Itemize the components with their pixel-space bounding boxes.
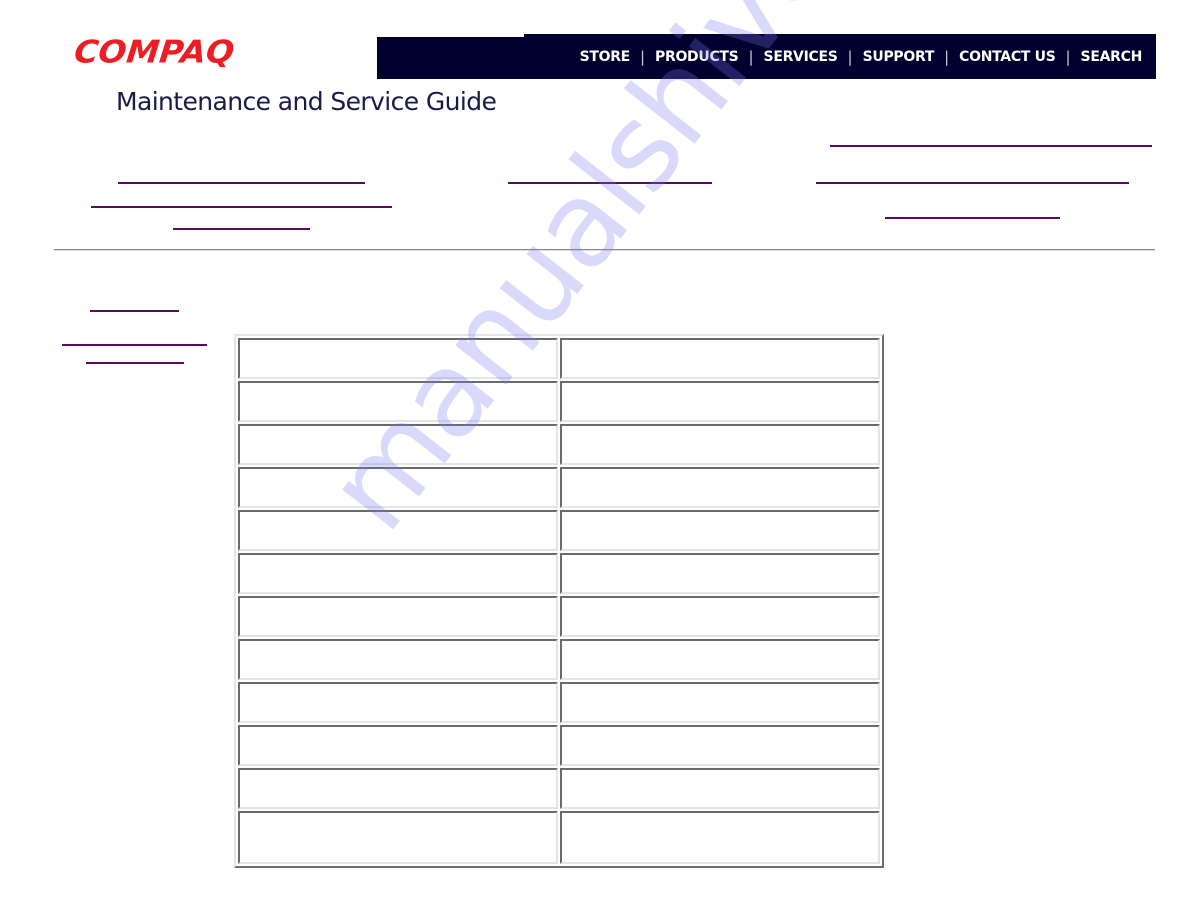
table-cell <box>238 596 558 637</box>
side-link-2[interactable] <box>62 344 207 346</box>
nav-separator: | <box>639 47 646 66</box>
table-cell <box>560 338 880 379</box>
table-cell <box>560 639 880 680</box>
nav-products[interactable]: PRODUCTS <box>655 49 739 65</box>
nav-separator: | <box>1065 47 1071 66</box>
top-link-1[interactable] <box>830 145 1152 147</box>
top-link-6[interactable] <box>173 228 310 230</box>
nav-store[interactable]: STORE <box>580 49 631 65</box>
table-cell <box>238 639 558 680</box>
table-cell <box>238 338 558 379</box>
top-link-4[interactable] <box>816 182 1129 184</box>
table-row <box>238 725 880 766</box>
table-cell <box>238 811 558 864</box>
table-row <box>238 338 880 379</box>
side-link-3[interactable] <box>86 362 184 364</box>
table-row <box>238 424 880 465</box>
nav-separator: | <box>944 47 950 66</box>
table-cell <box>560 768 880 809</box>
table-row <box>238 639 880 680</box>
data-table <box>234 334 884 868</box>
compaq-logo[interactable]: COMPAQ <box>72 33 236 70</box>
top-navigation: STORE | PRODUCTS | SERVICES | SUPPORT | … <box>524 34 1156 79</box>
table-cell <box>560 596 880 637</box>
table-row <box>238 553 880 594</box>
horizontal-divider <box>54 249 1155 251</box>
table-cell <box>560 424 880 465</box>
side-link-1[interactable] <box>90 310 179 312</box>
top-link-2[interactable] <box>118 182 365 184</box>
page-title: Maintenance and Service Guide <box>116 87 497 116</box>
table-row <box>238 510 880 551</box>
top-link-5[interactable] <box>91 206 392 208</box>
nav-separator: | <box>847 47 853 66</box>
nav-services[interactable]: SERVICES <box>764 49 838 65</box>
table-cell <box>560 467 880 508</box>
table-cell <box>560 510 880 551</box>
table-row <box>238 811 880 864</box>
nav-search[interactable]: SEARCH <box>1081 49 1143 65</box>
table-cell <box>238 682 558 723</box>
table-row <box>238 596 880 637</box>
table-cell <box>238 768 558 809</box>
table-cell <box>238 467 558 508</box>
table-cell <box>560 682 880 723</box>
table-cell <box>238 381 558 422</box>
table-cell <box>238 725 558 766</box>
table-row <box>238 682 880 723</box>
table-cell <box>560 725 880 766</box>
table-cell <box>560 811 880 864</box>
table-cell <box>560 381 880 422</box>
top-link-7[interactable] <box>885 217 1060 219</box>
table-row <box>238 467 880 508</box>
top-link-3[interactable] <box>508 182 712 184</box>
nav-separator: | <box>748 47 754 66</box>
table-cell <box>560 553 880 594</box>
table-cell <box>238 424 558 465</box>
table-row <box>238 381 880 422</box>
navbar-left-block <box>377 37 527 79</box>
table-cell <box>238 553 558 594</box>
nav-contact-us[interactable]: CONTACT US <box>959 49 1056 65</box>
nav-support[interactable]: SUPPORT <box>863 49 935 65</box>
table-cell <box>238 510 558 551</box>
table-row <box>238 768 880 809</box>
